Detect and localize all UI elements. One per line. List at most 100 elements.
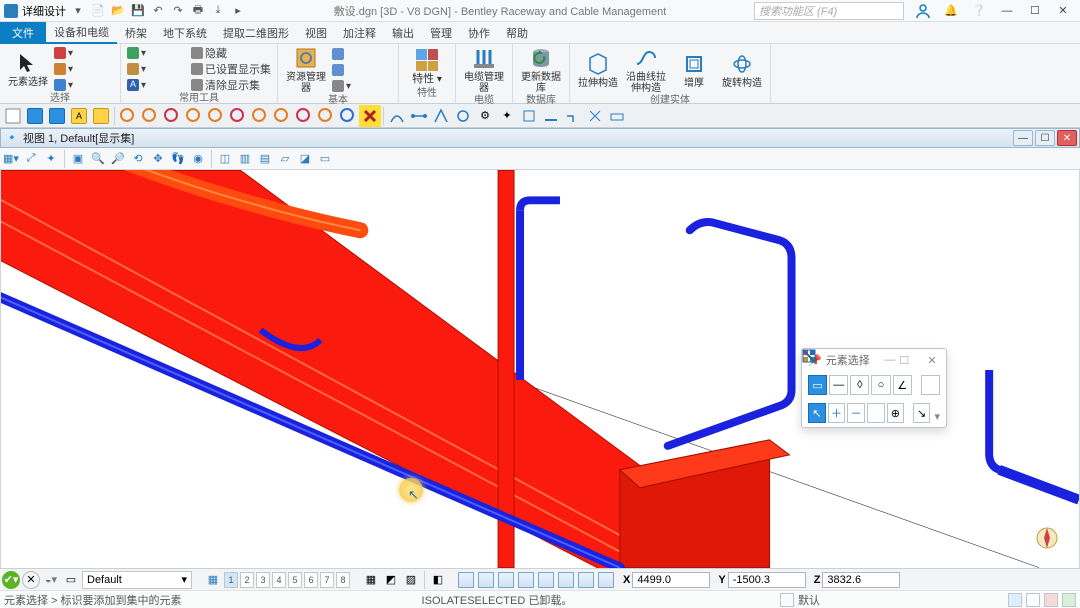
thicken-button[interactable]: 增厚 (672, 52, 716, 89)
tb-route-3[interactable] (161, 105, 183, 127)
vt-wire[interactable]: ▱ (276, 150, 294, 168)
misc-tool[interactable]: ▾ (332, 79, 392, 93)
extrude-button[interactable]: 拉伸构造 (576, 52, 620, 89)
view-minimize[interactable]: — (1013, 130, 1033, 146)
bell-icon[interactable]: 🔔 (938, 1, 964, 21)
tb-route-4[interactable] (183, 105, 205, 127)
tb-misc-3[interactable] (562, 105, 584, 127)
tb-pick[interactable] (2, 105, 24, 127)
brush-tool[interactable]: ▾ (127, 62, 187, 76)
views-icon[interactable]: ▦ (204, 571, 222, 589)
menu-tray[interactable]: 桥架 (117, 22, 155, 44)
vt-walk[interactable]: 👣 (169, 150, 187, 168)
view-btn-6[interactable]: 6 (304, 572, 318, 588)
vt-rect[interactable]: ▭ (316, 150, 334, 168)
resource-manager-button[interactable]: 资源管理器 (284, 46, 328, 94)
color-picker-tool[interactable]: ▾ (54, 46, 114, 60)
menu-equipment-cable[interactable]: 设备和电缆 (46, 22, 117, 44)
msg-ic-3[interactable] (1044, 593, 1058, 607)
vt-zoom-out[interactable]: 🔎 (109, 150, 127, 168)
vt-zoom2[interactable]: ✦ (42, 150, 60, 168)
tb-misc-5[interactable] (606, 105, 628, 127)
tb-gear[interactable]: ⚙ (474, 105, 496, 127)
tb-route-7[interactable] (249, 105, 271, 127)
tb-route-11[interactable] (337, 105, 359, 127)
maximize-button[interactable]: ☐ (1022, 1, 1048, 21)
iso-4[interactable] (517, 571, 535, 589)
element-select-palette[interactable]: 📌 元素选择 — ☐ ✕ ▭ — ◊ ○ ∠ ↖ ＋ － ⊕ ↘ ▾ (801, 348, 947, 428)
menu-extract2d[interactable]: 提取二维图形 (215, 22, 297, 44)
properties-button[interactable]: 特性 ▾ (405, 48, 449, 85)
tb-misc-4[interactable] (584, 105, 606, 127)
tb-route-1[interactable] (117, 105, 139, 127)
tb-route-8[interactable] (271, 105, 293, 127)
tb-curve-1[interactable] (386, 105, 408, 127)
vt-clip1[interactable]: ◫ (216, 150, 234, 168)
tb-route-9[interactable] (293, 105, 315, 127)
vt-zoom1[interactable]: ⤢ (22, 150, 40, 168)
render-1[interactable]: ▦ (362, 571, 380, 589)
signin-icon[interactable] (910, 1, 936, 21)
view-btn-5[interactable]: 5 (288, 572, 302, 588)
msg-ic-2[interactable] (1026, 593, 1040, 607)
dropdown-icon[interactable]: ▾ (70, 3, 86, 19)
menu-output[interactable]: 输出 (384, 22, 422, 44)
new-icon[interactable]: 📄 (90, 3, 106, 19)
accept-button[interactable]: ✔▾ (2, 571, 20, 589)
level-selector[interactable]: Default▾ (82, 571, 192, 589)
iso-3[interactable] (497, 571, 515, 589)
model-viewport[interactable]: ↖ 📌 元素选择 — ☐ ✕ ▭ — ◊ ○ ∠ ↖ ＋ － ⊕ ↘ ▾ (0, 170, 1080, 568)
hide-tool[interactable]: 隐藏 (191, 46, 271, 60)
coord-y-input[interactable] (728, 572, 806, 588)
curve-extrude-button[interactable]: 沿曲线拉伸构造 (624, 46, 668, 94)
iso-6[interactable] (557, 571, 575, 589)
iso-7[interactable] (577, 571, 595, 589)
ribbon-search[interactable]: 搜索功能区 (F4) (754, 2, 904, 20)
open-icon[interactable]: 📂 (110, 3, 126, 19)
render-2[interactable]: ◩ (382, 571, 400, 589)
close-button[interactable]: ✕ (1050, 1, 1076, 21)
menu-annotate[interactable]: 加注释 (335, 22, 384, 44)
msg-ic-1[interactable] (1008, 593, 1022, 607)
print-icon[interactable]: 🖶 (190, 3, 206, 19)
vt-fit[interactable]: ▣ (69, 150, 87, 168)
render-4[interactable]: ◧ (429, 571, 447, 589)
reject-button[interactable]: ✕ (22, 571, 40, 589)
text-tool[interactable]: A▾ (127, 78, 187, 92)
attach-tool[interactable] (332, 47, 392, 61)
menu-manage[interactable]: 管理 (422, 22, 460, 44)
menu-help[interactable]: 帮助 (498, 22, 536, 44)
tb-curve-3[interactable] (430, 105, 452, 127)
clear-display-set-tool[interactable]: 清除显示集 (191, 78, 271, 92)
export-icon[interactable]: ⤓ (210, 3, 226, 19)
paint-tool[interactable]: ▾ (54, 62, 114, 76)
tb-route-10[interactable] (315, 105, 337, 127)
vt-orbit[interactable]: ◉ (189, 150, 207, 168)
view-btn-8[interactable]: 8 (336, 572, 350, 588)
tb-misc-2[interactable] (540, 105, 562, 127)
render-3[interactable]: ▨ (402, 571, 420, 589)
view-btn-1[interactable]: 1 (224, 572, 238, 588)
iso-2[interactable] (477, 571, 495, 589)
view-compass[interactable] (1033, 524, 1061, 552)
tb-select-cross[interactable] (46, 105, 68, 127)
vt-shade[interactable]: ◪ (296, 150, 314, 168)
vt-pan[interactable]: ✥ (149, 150, 167, 168)
view-btn-7[interactable]: 7 (320, 572, 334, 588)
menu-underground[interactable]: 地下系统 (155, 22, 215, 44)
undo-icon[interactable]: ↶ (150, 3, 166, 19)
element-select-button[interactable]: 元素选择 (6, 51, 50, 88)
tb-block[interactable] (359, 105, 381, 127)
tb-select-window[interactable] (24, 105, 46, 127)
vt-zoom-in[interactable]: 🔍 (89, 150, 107, 168)
vt-clip2[interactable]: ▥ (236, 150, 254, 168)
minimize-button[interactable]: — (994, 1, 1020, 21)
vt-display[interactable]: ▦▾ (2, 150, 20, 168)
tb-level-text[interactable]: A (68, 105, 90, 127)
iso-8[interactable] (597, 571, 615, 589)
tb-circle[interactable] (452, 105, 474, 127)
display-set-tool[interactable]: 已设置显示集 (191, 62, 271, 76)
sel-method-invert[interactable] (867, 403, 885, 423)
view-close[interactable]: ✕ (1057, 130, 1077, 146)
tb-curve-2[interactable] (408, 105, 430, 127)
